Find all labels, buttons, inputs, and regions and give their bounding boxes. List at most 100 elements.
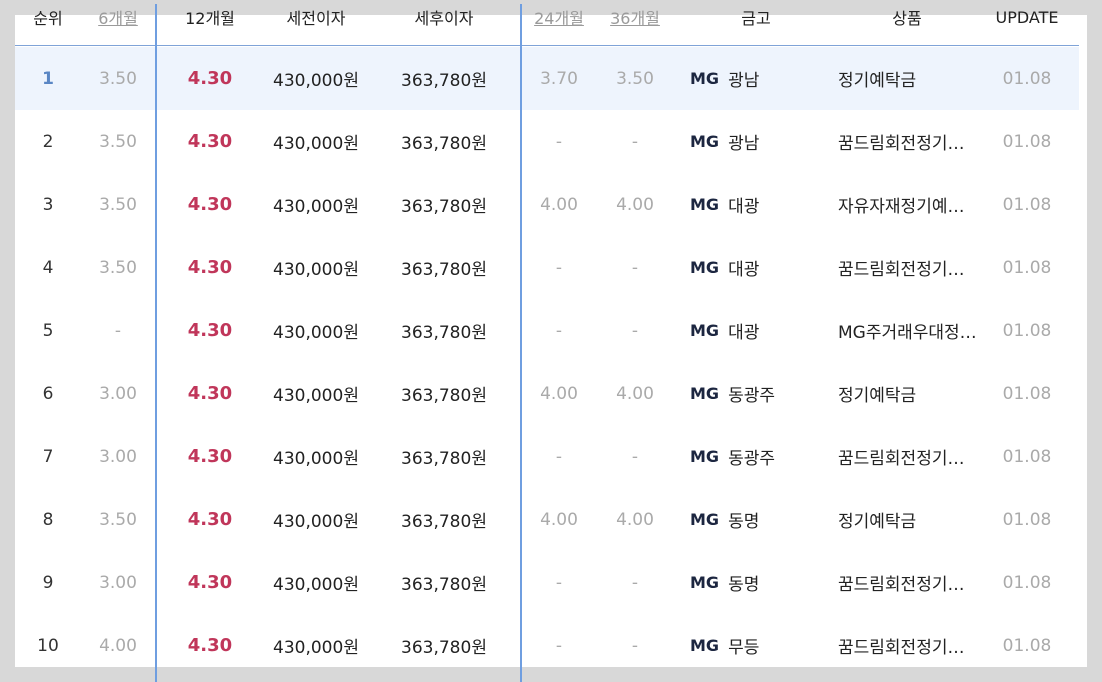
update-date-cell: 01.08 xyxy=(1002,194,1052,215)
rate-24-month-cell: 4.00 xyxy=(540,509,578,530)
rate-36-month-cell: 4.00 xyxy=(616,383,654,404)
rate-36-month-cell: - xyxy=(631,257,639,278)
table-row[interactable]: 2 3.50 4.30 430,000원 363,780원 - - MG 광남 꿈드림회전정기… 0… xyxy=(15,110,1079,173)
product-name[interactable]: 꿈드림회전정기… xyxy=(838,551,978,614)
bank-cell: MG 동광주 xyxy=(690,425,839,488)
pretax-interest-cell: 430,000원 xyxy=(273,386,359,406)
table-row[interactable]: 8 3.50 4.30 430,000원 363,780원 4.00 4.00 MG 동명 정기예… xyxy=(15,488,1079,551)
product-name[interactable]: 꿈드림회전정기… xyxy=(838,110,978,173)
header-bank: 금고 xyxy=(741,9,771,28)
update-date-cell: 01.08 xyxy=(1002,635,1052,656)
product-name[interactable]: 자유자재정기예… xyxy=(838,173,978,236)
rate-36-month-cell: 3.50 xyxy=(616,68,654,89)
rate-12-month-cell: 4.30 xyxy=(187,446,233,467)
rate-12-month-cell: 4.30 xyxy=(187,509,233,530)
update-date-cell: 01.08 xyxy=(1002,257,1052,278)
rate-36-month-cell: 4.00 xyxy=(616,194,654,215)
table-row[interactable]: 10 4.00 4.30 430,000원 363,780원 - - MG 무등 꿈드림회전정기…… xyxy=(15,614,1079,677)
rate-24-month-cell: 4.00 xyxy=(540,383,578,404)
pretax-interest-cell: 430,000원 xyxy=(273,134,359,154)
rate-24-month-cell: - xyxy=(555,131,563,152)
table-row[interactable]: 7 3.00 4.30 430,000원 363,780원 - - MG 동광주 꿈드림회전정기…… xyxy=(15,425,1079,488)
product-name[interactable]: MG주거래우대정… xyxy=(838,299,978,362)
bank-name: 광남 xyxy=(728,134,760,154)
bank-cell: MG 동명 xyxy=(690,488,839,551)
bank-name: 동명 xyxy=(728,512,760,532)
pretax-interest-cell: 430,000원 xyxy=(273,323,359,343)
table-header: 순위 6개월 12개월 세전이자 세후이자 24개월 36개월 금고 상품 UP… xyxy=(15,0,1079,46)
bank-name: 대광 xyxy=(728,197,760,217)
mg-brand-logo: MG xyxy=(690,321,720,340)
aftertax-interest-cell: 363,780원 xyxy=(401,197,487,217)
mg-brand-logo: MG xyxy=(690,258,720,277)
rank-cell: 4 xyxy=(42,257,54,278)
right-edge xyxy=(1087,0,1102,682)
rate-24-month-cell: - xyxy=(555,257,563,278)
product-name[interactable]: 꿈드림회전정기… xyxy=(838,425,978,488)
product-name[interactable]: 정기예탁금 xyxy=(838,362,978,425)
rate-36-month-cell: - xyxy=(631,635,639,656)
rate-36-month-cell: - xyxy=(631,320,639,341)
rank-cell: 5 xyxy=(42,320,54,341)
update-date-cell: 01.08 xyxy=(1002,572,1052,593)
bank-cell: MG 동명 xyxy=(690,551,839,614)
rate-6-month-cell: 3.50 xyxy=(99,68,137,89)
bank-name: 광남 xyxy=(728,71,760,91)
bank-cell: MG 동광주 xyxy=(690,362,839,425)
rate-12-month-cell: 4.30 xyxy=(187,131,233,152)
table-row[interactable]: 3 3.50 4.30 430,000원 363,780원 4.00 4.00 MG 대광 자유자… xyxy=(15,173,1079,236)
mg-brand-logo: MG xyxy=(690,195,720,214)
header-6-month[interactable]: 6개월 xyxy=(81,0,155,34)
mg-brand-logo: MG xyxy=(690,573,720,592)
mg-brand-logo: MG xyxy=(690,510,720,529)
rate-6-month-cell: 3.00 xyxy=(99,572,137,593)
update-date-cell: 01.08 xyxy=(1002,446,1052,467)
product-name[interactable]: 정기예탁금 xyxy=(838,488,978,551)
rate-6-month-cell: 3.50 xyxy=(99,257,137,278)
aftertax-interest-cell: 363,780원 xyxy=(401,575,487,595)
pretax-interest-cell: 430,000원 xyxy=(273,260,359,280)
column-divider-left xyxy=(155,4,157,682)
rate-12-month-cell: 4.30 xyxy=(187,572,233,593)
header-aftertax-interest: 세후이자 xyxy=(414,9,474,28)
table-row[interactable]: 6 3.00 4.30 430,000원 363,780원 4.00 4.00 MG 동광주 정기… xyxy=(15,362,1079,425)
header-rank: 순위 xyxy=(33,9,63,28)
bank-name: 대광 xyxy=(728,260,760,280)
bank-cell: MG 광남 xyxy=(690,110,839,173)
rank-cell: 7 xyxy=(42,446,54,467)
mg-brand-logo: MG xyxy=(690,447,720,466)
rate-6-month-cell: 3.00 xyxy=(99,383,137,404)
pretax-interest-cell: 430,000원 xyxy=(273,512,359,532)
product-name[interactable]: 꿈드림회전정기… xyxy=(838,614,978,677)
table-row[interactable]: 9 3.00 4.30 430,000원 363,780원 - - MG 동명 꿈드림회전정기… 0… xyxy=(15,551,1079,614)
aftertax-interest-cell: 363,780원 xyxy=(401,134,487,154)
rate-6-month-cell: 3.50 xyxy=(99,131,137,152)
mg-brand-logo: MG xyxy=(690,384,720,403)
rank-cell: 3 xyxy=(42,194,54,215)
header-36-month[interactable]: 36개월 xyxy=(597,0,673,34)
rate-24-month-cell: - xyxy=(555,635,563,656)
rate-6-month-cell: 3.00 xyxy=(99,446,137,467)
table-row[interactable]: 1 3.50 4.30 430,000원 363,780원 3.70 3.50 MG 광남 정기예… xyxy=(15,47,1079,110)
rate-24-month-cell: - xyxy=(555,320,563,341)
product-name[interactable]: 정기예탁금 xyxy=(838,47,978,110)
header-product: 상품 xyxy=(892,9,922,28)
pretax-interest-cell: 430,000원 xyxy=(273,449,359,469)
rate-24-month-cell: - xyxy=(555,446,563,467)
rate-36-month-cell: 4.00 xyxy=(616,509,654,530)
aftertax-interest-cell: 363,780원 xyxy=(401,386,487,406)
rate-12-month-cell: 4.30 xyxy=(187,320,233,341)
table-row[interactable]: 4 3.50 4.30 430,000원 363,780원 - - MG 대광 꿈드림회전정기… 0… xyxy=(15,236,1079,299)
header-24-month[interactable]: 24개월 xyxy=(521,0,597,34)
bank-name: 동광주 xyxy=(728,386,775,406)
product-name[interactable]: 꿈드림회전정기… xyxy=(838,236,978,299)
aftertax-interest-cell: 363,780원 xyxy=(401,449,487,469)
rate-6-month-cell: - xyxy=(114,320,122,341)
rate-12-month-cell: 4.30 xyxy=(187,194,233,215)
rate-12-month-cell: 4.30 xyxy=(187,257,233,278)
aftertax-interest-cell: 363,780원 xyxy=(401,638,487,658)
rate-24-month-cell: 4.00 xyxy=(540,194,578,215)
table-row[interactable]: 5 - 4.30 430,000원 363,780원 - - MG 대광 MG주거래우대정… 01.… xyxy=(15,299,1079,362)
rate-36-month-cell: - xyxy=(631,572,639,593)
rate-36-month-cell: - xyxy=(631,446,639,467)
